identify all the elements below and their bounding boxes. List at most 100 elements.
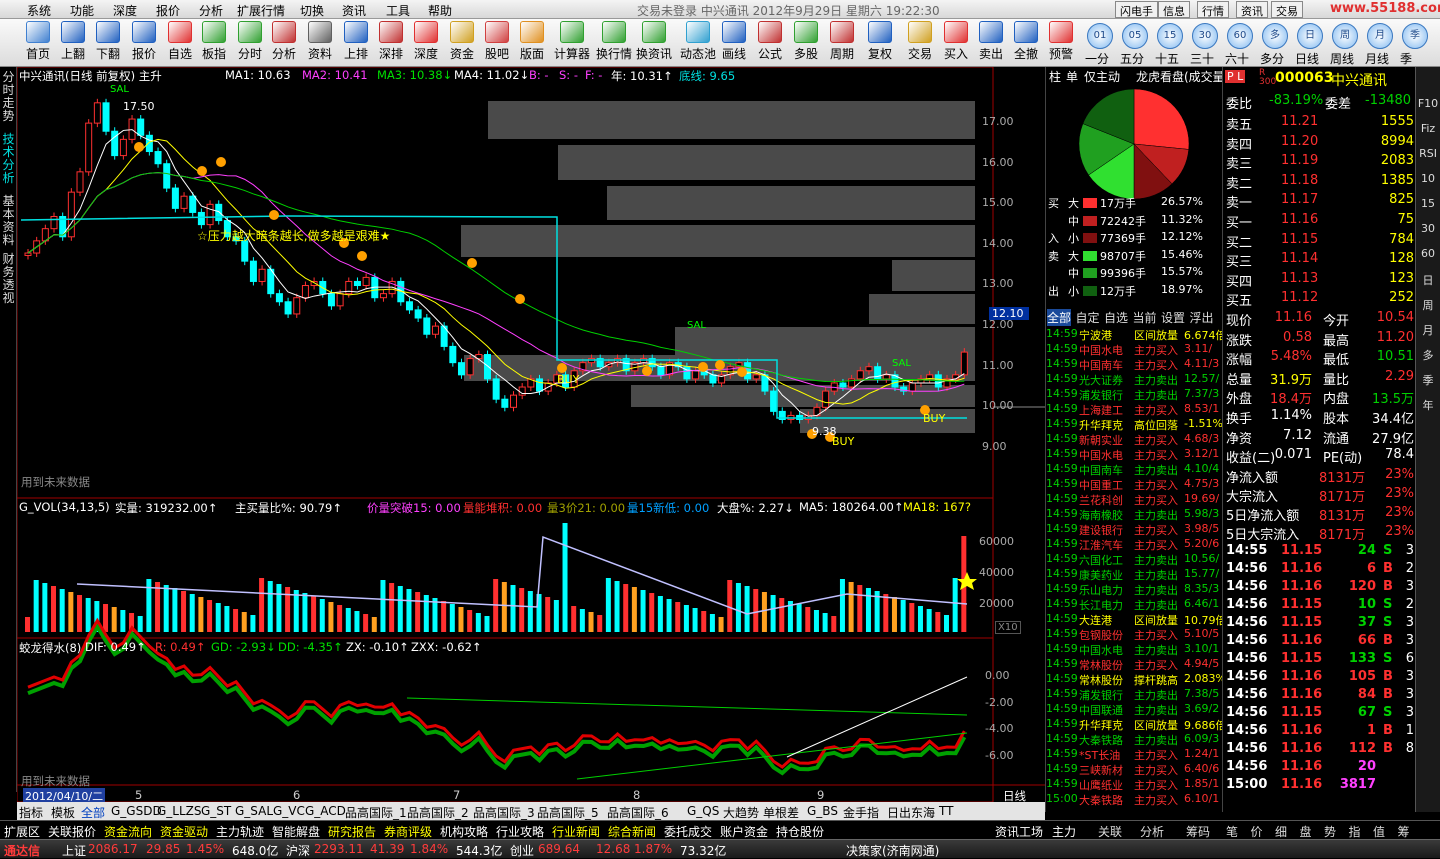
menu-item[interactable]: 分析 — [199, 2, 223, 19]
indicator-tab[interactable]: G_VC — [273, 804, 305, 818]
radar-row[interactable]: 14:59 中国联通 主力卖出 3.69/2 — [1046, 702, 1223, 717]
indicator-tab[interactable]: G_SAL — [235, 804, 273, 818]
period-button[interactable]: 周 — [1332, 23, 1358, 49]
radar-row[interactable]: 14:59 浦发银行 主力卖出 7.38/5 — [1046, 687, 1223, 702]
function-tab[interactable]: 机构攻略 — [440, 823, 488, 840]
period-button[interactable]: 日 — [1297, 23, 1323, 49]
bid-row[interactable]: 买一 11.16 75 — [1223, 212, 1416, 231]
kline-chart-area[interactable]: 中兴通讯(日线 前复权) 主升 MA1: 10.63 MA2: 10.41 MA3:… — [16, 66, 1045, 804]
right-bar-button[interactable]: 60 — [1417, 247, 1439, 260]
function-tab[interactable]: 研究报告 — [328, 823, 376, 840]
radar-row[interactable]: 14:59 大秦铁路 主力卖出 6.09/3 — [1046, 732, 1223, 747]
function-tab[interactable]: 资金流向 — [104, 823, 152, 840]
quote-sub-tab[interactable]: 笔 — [1226, 823, 1238, 840]
toolbar-button-l2[interactable]: 版面 — [514, 21, 550, 65]
top-right-button[interactable]: 资讯 — [1236, 1, 1268, 18]
function-tab[interactable]: 资讯工场 — [995, 823, 1043, 840]
menu-item[interactable]: 资讯 — [342, 2, 366, 19]
ask-row[interactable]: 卖二 11.18 1385 — [1223, 173, 1416, 192]
cy-index-label[interactable]: 创业 — [510, 842, 534, 859]
period-button[interactable]: 月 — [1367, 23, 1393, 49]
sz-index-label[interactable]: 沪深 — [286, 842, 310, 859]
right-bar-button[interactable]: 10 — [1417, 172, 1439, 185]
menu-item[interactable]: 系统 — [27, 2, 51, 19]
radar-row[interactable]: 14:59 升华拜克 高位回落 -1.51% — [1046, 417, 1223, 432]
indicator-tab[interactable]: 品高国际_6 — [607, 804, 669, 821]
radar-row[interactable]: 14:59 *ST长油 主力买入 1.24/1 — [1046, 747, 1223, 762]
radar-row[interactable]: 14:59 光大证券 主力卖出 12.57/ — [1046, 372, 1223, 387]
indicator-tab[interactable]: 单根差 — [763, 804, 799, 821]
right-bar-button[interactable]: 30 — [1417, 222, 1439, 235]
ask-row[interactable]: 卖五 11.21 1555 — [1223, 114, 1416, 133]
toolbar-button-alarm[interactable]: 预警 — [1043, 21, 1079, 65]
radar-row[interactable]: 14:59 常林股份 撑杆跳高 2.083% — [1046, 672, 1226, 687]
right-bar-button[interactable]: RSI — [1417, 147, 1439, 160]
indicator-tab[interactable]: 品高国际_2 — [407, 804, 469, 821]
menu-item[interactable]: 深度 — [113, 2, 137, 19]
radar-row[interactable]: 15:00 大秦铁路 主力买入 6.10/1 — [1046, 792, 1223, 807]
indicator-tab[interactable]: G_LLZS — [157, 804, 202, 818]
radar-tab[interactable]: 自定 — [1076, 309, 1100, 326]
indicator-tab[interactable]: G_BS — [807, 804, 838, 818]
quote-tab[interactable]: 筹码 — [1186, 823, 1210, 840]
toolbar-button-restore[interactable]: 复权 — [862, 21, 898, 65]
radar-tab[interactable]: 设置 — [1161, 309, 1185, 326]
radar-row[interactable]: 14:59 大连港 区间放量 10.79倍 — [1046, 612, 1227, 627]
toolbar-button-calculator[interactable]: 计算器 — [554, 21, 590, 65]
right-bar-button[interactable]: Fiz — [1417, 122, 1439, 135]
quote-tab[interactable]: 关联 — [1098, 823, 1122, 840]
indicator-tab[interactable]: 品高国际_5 — [537, 804, 599, 821]
indicator-tab[interactable]: 指标 — [19, 804, 43, 821]
right-bar-button[interactable]: 月 — [1417, 322, 1439, 338]
quote-sub-tab[interactable]: 指 — [1349, 823, 1361, 840]
right-bar-button[interactable]: 周 — [1417, 297, 1439, 313]
radar-row[interactable]: 14:59 宁波港 区间放量 6.674倍 — [1046, 327, 1227, 342]
radar-row[interactable]: 14:59 康美药业 主力卖出 15.77/ — [1046, 567, 1223, 582]
radar-row[interactable]: 14:59 建设银行 主力买入 3.98/5 — [1046, 522, 1223, 537]
left-tab[interactable]: 技术分析 — [2, 133, 15, 185]
left-tab[interactable]: 分时走势 — [2, 71, 15, 123]
quote-sub-tab[interactable]: 盘 — [1300, 823, 1312, 840]
radar-tab[interactable]: 浮出 — [1190, 309, 1214, 326]
function-tab[interactable]: 综合新闻 — [608, 823, 656, 840]
top-right-button[interactable]: 行情 — [1197, 1, 1229, 18]
function-tab[interactable]: 券商评级 — [384, 823, 432, 840]
period-button[interactable]: 15 — [1157, 23, 1183, 49]
right-bar-button[interactable]: 年 — [1417, 397, 1439, 413]
indicator-tab[interactable]: 模板 — [51, 804, 75, 821]
radar-row[interactable]: 14:59 中国水电 主力买入 3.12/1 — [1046, 447, 1223, 462]
period-button[interactable]: 季 — [1402, 23, 1428, 49]
indicator-tab[interactable]: 日出东海 — [887, 804, 935, 821]
function-tab[interactable]: 资金驱动 — [160, 823, 208, 840]
radar-row[interactable]: 14:59 浦发银行 主力卖出 7.37/3 — [1046, 387, 1223, 402]
top-right-button[interactable]: 信息 — [1158, 1, 1190, 18]
menu-item[interactable]: 切换 — [300, 2, 324, 19]
radar-row[interactable]: 14:59 海南橡胶 主力卖出 5.98/3 — [1046, 507, 1223, 522]
radar-row[interactable]: 14:59 乐山电力 主力卖出 8.35/3 — [1046, 582, 1223, 597]
indicator-tab[interactable]: 金手指 — [843, 804, 879, 821]
toolbar-button-monitor[interactable]: 换行情 — [596, 21, 632, 65]
period-button[interactable]: 60 — [1227, 23, 1253, 49]
quote-tab[interactable]: 主力 — [1052, 823, 1076, 840]
menu-item[interactable]: 工具 — [386, 2, 410, 19]
menu-item[interactable]: 帮助 — [428, 2, 452, 19]
quote-sub-tab[interactable]: 值 — [1373, 823, 1385, 840]
menu-item[interactable]: 扩展行情 — [237, 2, 285, 19]
radar-tab[interactable]: 自选 — [1104, 309, 1128, 326]
left-tab[interactable]: 财务透视 — [2, 253, 15, 305]
bid-row[interactable]: 买五 11.12 252 — [1223, 290, 1416, 309]
radar-row[interactable]: 14:59 升华拜克 区间放量 9.686倍 — [1046, 717, 1227, 732]
radar-row[interactable]: 14:59 中国水电 主力买入 3.11/ — [1046, 342, 1223, 357]
indicator-tab[interactable]: G_GSDD — [111, 804, 162, 818]
right-bar-button[interactable]: F10 — [1417, 97, 1439, 110]
indicator-tab[interactable]: G_ACD — [305, 804, 346, 818]
right-bar-button[interactable]: 日 — [1417, 272, 1439, 288]
menu-item[interactable]: 功能 — [70, 2, 94, 19]
function-tab[interactable]: 行业攻略 — [496, 823, 544, 840]
ask-row[interactable]: 卖一 11.17 825 — [1223, 192, 1416, 211]
indicator-tab[interactable]: 品高国际_3 — [473, 804, 535, 821]
period-button[interactable]: 01 — [1087, 23, 1113, 49]
radar-row[interactable]: 14:59 中国水电 主力卖出 3.10/1 — [1046, 642, 1223, 657]
indicator-tab[interactable]: G_ST — [201, 804, 231, 818]
function-tab[interactable]: 扩展区 — [4, 823, 40, 840]
